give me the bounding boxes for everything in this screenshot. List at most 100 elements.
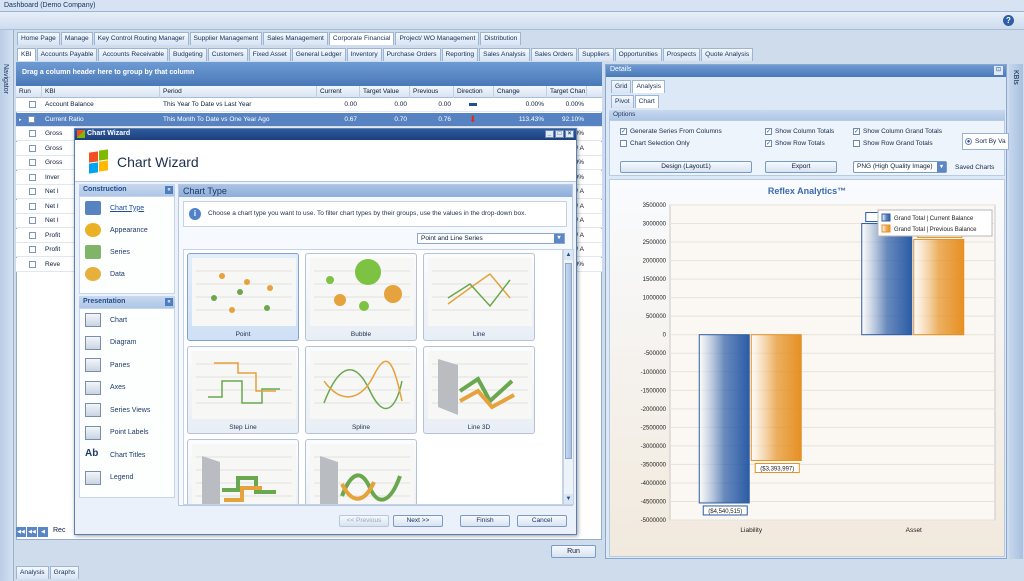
presentation-item-2[interactable]: Panes — [85, 357, 130, 373]
run-checkbox[interactable] — [29, 260, 36, 268]
details-subtab-0[interactable]: Pivot — [611, 95, 634, 108]
chart-type-tile-6[interactable] — [187, 439, 299, 504]
column-header[interactable]: Target Value — [360, 86, 410, 98]
main-tab-6[interactable]: Project/ WO Management — [395, 32, 480, 45]
help-icon[interactable]: ? — [1003, 15, 1014, 26]
sub-tab-8[interactable]: Purchase Orders — [382, 48, 441, 61]
sub-tab-0[interactable]: KBI — [17, 48, 36, 61]
construction-item-2[interactable]: Series — [85, 244, 130, 260]
presentation-item-7[interactable]: Legend — [85, 470, 133, 486]
sub-tab-5[interactable]: Fixed Asset — [248, 48, 291, 61]
bottom-tab-1[interactable]: Graphs — [49, 566, 80, 579]
run-checkbox[interactable] — [29, 202, 36, 210]
presentation-item-6[interactable]: Ab Chart Titles — [85, 447, 145, 463]
chevron-down-icon[interactable]: ▾ — [554, 234, 564, 243]
table-row[interactable]: ▸ Current Ratio This Month To Date vs One … — [16, 112, 602, 127]
chart-type-tile-3[interactable]: Step Line — [187, 346, 299, 434]
sub-tab-6[interactable]: General Ledger — [291, 48, 346, 61]
bar-asset-1[interactable] — [913, 238, 965, 336]
sub-tab-15[interactable]: Quote Analysis — [701, 48, 754, 61]
maximize-icon[interactable]: □ — [555, 130, 564, 138]
main-tab-3[interactable]: Supplier Management — [189, 32, 263, 45]
column-header[interactable]: Direction — [454, 86, 494, 98]
chart-type-tile-1[interactable]: Bubble — [305, 253, 417, 341]
chart-type-filter-select[interactable]: Point and Line Series ▾ — [417, 233, 565, 244]
presentation-item-1[interactable]: Diagram — [85, 335, 136, 351]
scroll-down-icon[interactable]: ▼ — [564, 494, 573, 504]
run-checkbox[interactable] — [29, 217, 36, 224]
chart-type-tile-7[interactable] — [305, 439, 417, 504]
first-page-icon[interactable]: ◀◀ — [16, 527, 26, 537]
construction-item-3[interactable]: Data — [85, 266, 125, 282]
run-checkbox[interactable] — [29, 231, 36, 239]
column-header[interactable]: Period — [160, 86, 317, 98]
column-header[interactable]: Change — [494, 86, 547, 98]
run-checkbox[interactable] — [29, 188, 36, 195]
run-checkbox[interactable] — [29, 101, 36, 108]
collapse-icon[interactable]: « — [165, 186, 173, 194]
details-tab-0[interactable]: Grid — [611, 80, 632, 93]
sub-tab-10[interactable]: Sales Analysis — [479, 48, 530, 61]
gallery-scrollbar[interactable]: ▲ ▼ — [563, 249, 574, 505]
sub-tab-13[interactable]: Opportunities — [614, 48, 662, 61]
bar-liability-0[interactable] — [698, 334, 750, 504]
close-icon[interactable]: × — [565, 130, 574, 138]
option-checkbox-5[interactable]: Show Row Grand Totals — [853, 140, 933, 147]
next-button[interactable]: Next >> — [393, 515, 443, 527]
construction-item-1[interactable]: Appearance — [85, 222, 148, 238]
run-checkbox[interactable] — [29, 130, 36, 137]
run-checkbox[interactable] — [29, 173, 36, 181]
export-format-select[interactable]: PNG (High Quality Image) ▾ — [853, 161, 947, 173]
option-checkbox-4[interactable]: ✓ Show Column Grand Totals — [853, 128, 942, 135]
chart-type-tile-0[interactable]: Point — [187, 253, 299, 341]
sub-tab-9[interactable]: Reporting — [441, 48, 479, 61]
main-tab-2[interactable]: Key Control Routing Manager — [93, 32, 189, 45]
table-row[interactable]: Account Balance This Year To Date vs Last… — [16, 98, 602, 112]
bar-liability-1[interactable] — [750, 334, 802, 461]
main-tab-5[interactable]: Corporate Financial — [328, 32, 395, 45]
design-button[interactable]: Design (Layout1) — [620, 161, 752, 173]
column-header[interactable]: KBI — [42, 86, 160, 98]
sub-tab-7[interactable]: Inventory — [346, 48, 382, 61]
previous-button[interactable]: << Previous — [339, 515, 389, 527]
run-button[interactable]: Run — [551, 545, 596, 558]
column-header[interactable]: Run — [16, 86, 42, 98]
prev-page-icon[interactable]: ◀◀ — [27, 527, 37, 537]
run-checkbox[interactable] — [29, 144, 36, 152]
sub-tab-11[interactable]: Sales Orders — [530, 48, 578, 61]
chevron-down-icon[interactable]: ▾ — [937, 162, 946, 172]
saved-charts-link[interactable]: Saved Charts — [955, 164, 994, 171]
construction-header[interactable]: Construction « — [79, 184, 175, 196]
sub-tab-14[interactable]: Prospects — [662, 48, 701, 61]
presentation-header[interactable]: Presentation « — [79, 296, 175, 308]
sort-by-value-radio[interactable]: ● Sort By Va — [962, 133, 1009, 150]
chart-type-tile-5[interactable]: Line 3D — [423, 346, 535, 434]
option-checkbox-2[interactable]: ✓ Show Column Totals — [765, 128, 834, 135]
details-subtab-1[interactable]: Chart — [634, 95, 659, 108]
details-tab-1[interactable]: Analysis — [632, 80, 666, 93]
option-checkbox-1[interactable]: Chart Selection Only — [620, 140, 690, 147]
sub-tab-3[interactable]: Budgeting — [169, 48, 207, 61]
construction-item-0[interactable]: Chart Type — [85, 200, 144, 216]
bar-asset-0[interactable] — [861, 223, 913, 336]
column-header[interactable]: Target Chan — [547, 86, 587, 98]
main-tab-4[interactable]: Sales Management — [263, 32, 328, 45]
scroll-up-icon[interactable]: ▲ — [564, 250, 573, 260]
sub-tab-12[interactable]: Suppliers — [578, 48, 614, 61]
presentation-item-5[interactable]: Point Labels — [85, 425, 149, 441]
presentation-item-0[interactable]: Chart — [85, 312, 127, 328]
column-header[interactable]: Current — [317, 86, 360, 98]
pin-icon[interactable]: ⊡ — [994, 66, 1003, 75]
sub-tab-1[interactable]: Accounts Payable — [36, 48, 98, 61]
minimize-icon[interactable]: _ — [545, 130, 554, 138]
main-tab-0[interactable]: Home Page — [17, 32, 60, 45]
run-checkbox[interactable] — [29, 159, 36, 166]
option-checkbox-0[interactable]: ✓ Generate Series From Columns — [620, 128, 722, 135]
kbis-side-tab[interactable]: KBIs — [1009, 64, 1023, 559]
group-by-panel[interactable]: Drag a column header here to group by th… — [16, 62, 602, 86]
column-header[interactable]: Previous — [410, 86, 454, 98]
chart-type-tile-2[interactable]: Line — [423, 253, 535, 341]
presentation-item-3[interactable]: Axes — [85, 380, 126, 396]
collapse-icon[interactable]: « — [165, 298, 173, 306]
cancel-button[interactable]: Cancel — [517, 515, 567, 527]
